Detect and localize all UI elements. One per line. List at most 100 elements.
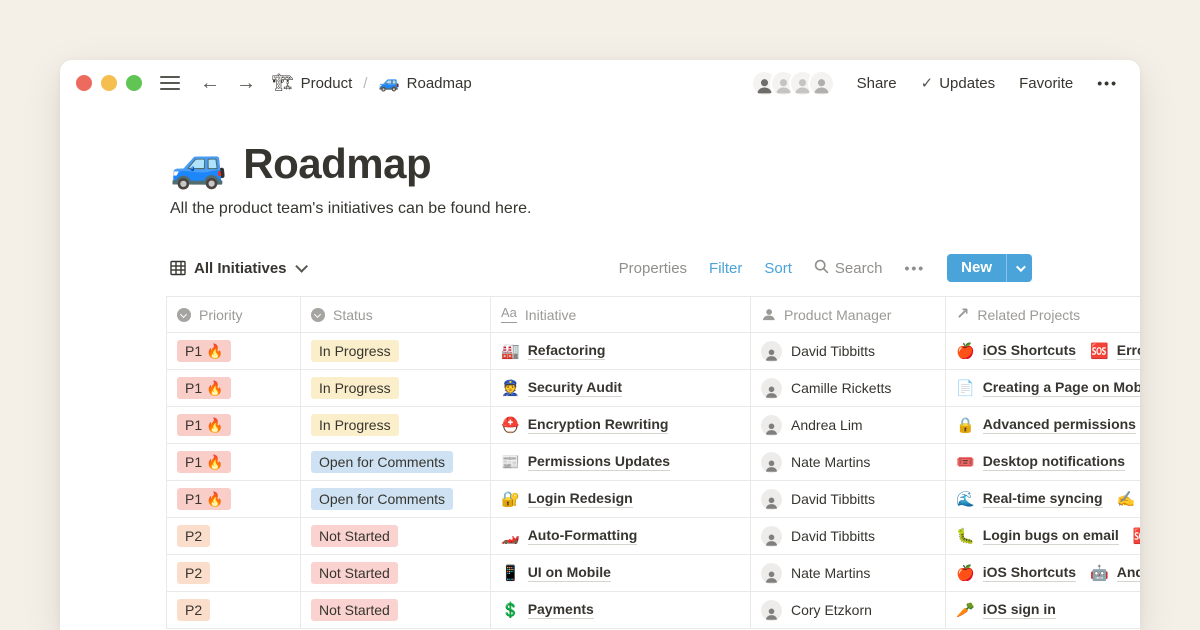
breadcrumb-product[interactable]: Product — [301, 75, 353, 92]
manager-cell[interactable]: Andrea Lim — [751, 407, 946, 443]
related-project[interactable]: 🆘Erro — [1090, 342, 1140, 360]
column-header-initiative[interactable]: Aa Initiative — [491, 297, 751, 332]
properties-button[interactable]: Properties — [619, 260, 687, 277]
initiative-link[interactable]: Auto-Formatting — [528, 527, 638, 545]
related-projects-cell[interactable]: 🍎iOS Shortcuts 🤖And — [946, 555, 1140, 591]
status-cell[interactable]: Not Started — [301, 592, 491, 628]
new-button[interactable]: New — [947, 254, 1032, 282]
initiative-link[interactable]: Permissions Updates — [528, 453, 670, 471]
status-cell[interactable]: Open for Comments — [301, 481, 491, 517]
page-icon[interactable]: 🚙 — [170, 141, 227, 187]
status-cell[interactable]: Open for Comments — [301, 444, 491, 480]
related-project-link[interactable]: iOS Shortcuts — [983, 342, 1076, 360]
status-cell[interactable]: In Progress — [301, 333, 491, 369]
related-project-link[interactable]: Advanced permissions — [983, 416, 1136, 434]
related-project[interactable]: 🎟️Desktop notifications — [956, 453, 1125, 471]
related-project[interactable]: 📄Creating a Page on Mob — [956, 379, 1140, 397]
share-button[interactable]: Share — [857, 75, 897, 92]
initiative-link[interactable]: Encryption Rewriting — [528, 416, 669, 434]
initiative-cell[interactable]: 📱 UI on Mobile — [491, 555, 751, 591]
initiative-cell[interactable]: 🏎️ Auto-Formatting — [491, 518, 751, 554]
filter-button[interactable]: Filter — [709, 260, 742, 277]
column-header-product-manager[interactable]: Product Manager — [751, 297, 946, 332]
forward-icon[interactable]: → — [236, 73, 256, 93]
initiative-cell[interactable]: 🔐 Login Redesign — [491, 481, 751, 517]
initiative-link[interactable]: Login Redesign — [528, 490, 633, 508]
initiative-link[interactable]: Payments — [528, 601, 594, 619]
column-header-priority[interactable]: Priority — [167, 297, 301, 332]
column-header-status[interactable]: Status — [301, 297, 491, 332]
related-project[interactable]: 🐛Login bugs on email — [956, 527, 1119, 545]
priority-cell[interactable]: P2 — [167, 518, 301, 554]
breadcrumb-roadmap[interactable]: Roadmap — [407, 75, 472, 92]
related-project-link[interactable]: Creating a Page on Mob — [983, 379, 1140, 397]
priority-cell[interactable]: P1 🔥 — [167, 370, 301, 406]
search-button[interactable]: Search — [814, 259, 883, 278]
related-project[interactable]: 🥕iOS sign in — [956, 601, 1056, 619]
sort-button[interactable]: Sort — [764, 260, 792, 277]
minimize-window-button[interactable] — [101, 75, 117, 91]
zoom-window-button[interactable] — [126, 75, 142, 91]
status-cell[interactable]: Not Started — [301, 518, 491, 554]
related-project[interactable]: ✍️ — [1117, 490, 1140, 508]
initiative-link[interactable]: Refactoring — [528, 342, 606, 360]
related-projects-cell[interactable]: 🎟️Desktop notifications — [946, 444, 1140, 480]
related-project[interactable]: 🍎iOS Shortcuts — [956, 564, 1076, 582]
related-projects-cell[interactable]: 🌊Real-time syncing ✍️ — [946, 481, 1140, 517]
manager-cell[interactable]: Nate Martins — [751, 444, 946, 480]
related-project-link[interactable]: And — [1117, 564, 1140, 582]
initiative-cell[interactable]: 📰 Permissions Updates — [491, 444, 751, 480]
avatar[interactable] — [808, 70, 835, 97]
manager-cell[interactable]: Cory Etzkorn — [751, 592, 946, 628]
status-cell[interactable]: Not Started — [301, 555, 491, 591]
status-cell[interactable]: In Progress — [301, 407, 491, 443]
manager-cell[interactable]: David Tibbitts — [751, 481, 946, 517]
related-project[interactable]: 🤖And — [1090, 564, 1140, 582]
related-projects-cell[interactable]: 🥕iOS sign in — [946, 592, 1140, 628]
priority-cell[interactable]: P1 🔥 — [167, 481, 301, 517]
initiative-cell[interactable]: 💲 Payments — [491, 592, 751, 628]
table-row: P1 🔥 Open for Comments 📰 Permissions Upd… — [167, 444, 1140, 481]
related-project-link[interactable]: Erro — [1117, 342, 1140, 360]
status-cell[interactable]: In Progress — [301, 370, 491, 406]
priority-cell[interactable]: P1 🔥 — [167, 333, 301, 369]
sidebar-menu-icon[interactable] — [160, 76, 180, 90]
related-project-link[interactable]: Login bugs on email — [983, 527, 1119, 545]
priority-cell[interactable]: P2 — [167, 555, 301, 591]
more-options-icon[interactable]: ••• — [1097, 75, 1118, 91]
related-project[interactable]: 🍎iOS Shortcuts — [956, 342, 1076, 360]
related-project-link[interactable]: iOS Shortcuts — [983, 564, 1076, 582]
related-projects-cell[interactable]: 🍎iOS Shortcuts 🆘Erro — [946, 333, 1140, 369]
view-switcher[interactable]: All Initiatives — [170, 260, 304, 277]
back-icon[interactable]: ← — [200, 73, 220, 93]
related-projects-cell[interactable]: 🔒Advanced permissions — [946, 407, 1140, 443]
related-project-link[interactable]: Desktop notifications — [983, 453, 1125, 471]
initiative-cell[interactable]: 🏭 Refactoring — [491, 333, 751, 369]
priority-cell[interactable]: P1 🔥 — [167, 444, 301, 480]
priority-cell[interactable]: P2 — [167, 592, 301, 628]
collaborator-avatars[interactable] — [751, 70, 835, 97]
initiative-cell[interactable]: ⛑️ Encryption Rewriting — [491, 407, 751, 443]
manager-cell[interactable]: David Tibbitts — [751, 333, 946, 369]
manager-cell[interactable]: Nate Martins — [751, 555, 946, 591]
table-row: P2 Not Started 📱 UI on Mobile Nate Marti… — [167, 555, 1140, 592]
related-projects-cell[interactable]: 🐛Login bugs on email 🆘 — [946, 518, 1140, 554]
favorite-button[interactable]: Favorite — [1019, 75, 1073, 92]
initiative-link[interactable]: Security Audit — [528, 379, 622, 397]
column-header-related-projects[interactable]: ↗ Related Projects — [946, 297, 1140, 332]
updates-button[interactable]: ✓ Updates — [921, 74, 995, 92]
related-project-link[interactable]: Real-time syncing — [983, 490, 1103, 508]
related-projects-cell[interactable]: 📄Creating a Page on Mob — [946, 370, 1140, 406]
related-project[interactable]: 🔒Advanced permissions — [956, 416, 1136, 434]
priority-cell[interactable]: P1 🔥 — [167, 407, 301, 443]
initiative-cell[interactable]: 👮 Security Audit — [491, 370, 751, 406]
related-project[interactable]: 🌊Real-time syncing — [956, 490, 1103, 508]
view-more-icon[interactable]: ••• — [904, 260, 925, 276]
close-window-button[interactable] — [76, 75, 92, 91]
new-dropdown-icon[interactable] — [1006, 254, 1032, 282]
initiative-link[interactable]: UI on Mobile — [528, 564, 611, 582]
related-project[interactable]: 🆘 — [1133, 527, 1140, 545]
related-project-link[interactable]: iOS sign in — [983, 601, 1056, 619]
manager-cell[interactable]: Camille Ricketts — [751, 370, 946, 406]
manager-cell[interactable]: David Tibbitts — [751, 518, 946, 554]
